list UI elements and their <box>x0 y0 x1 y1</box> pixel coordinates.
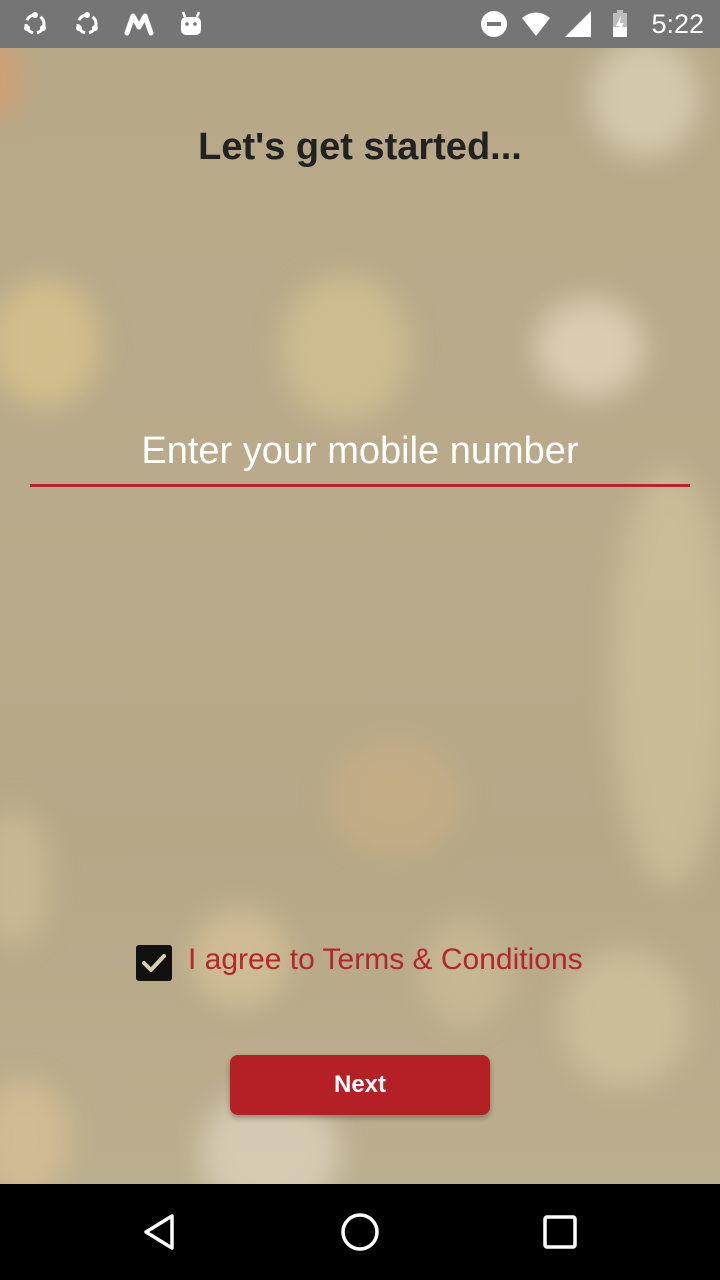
wifi-icon <box>522 12 551 36</box>
bokeh-background <box>0 48 720 1184</box>
signal-icon <box>565 11 592 37</box>
sync-icon <box>76 12 98 35</box>
home-button[interactable] <box>336 1208 384 1256</box>
terms-label[interactable]: I agree to Terms & Conditions <box>188 943 583 977</box>
status-time: 5:22 <box>651 8 704 39</box>
do-not-disturb-icon <box>481 11 508 37</box>
next-button[interactable]: Next <box>230 1055 490 1115</box>
terms-checkbox[interactable] <box>136 945 172 981</box>
recents-icon <box>543 1215 577 1249</box>
recents-button[interactable] <box>536 1208 584 1256</box>
mobile-number-field <box>30 418 690 487</box>
status-right-icons: 5:22 <box>479 0 704 48</box>
page-title: Let's get started... <box>198 126 522 168</box>
home-icon <box>341 1213 379 1251</box>
terms-row: I agree to Terms & Conditions <box>136 938 583 982</box>
checkmark-icon <box>142 954 166 972</box>
back-button[interactable] <box>136 1208 184 1256</box>
back-icon <box>144 1214 174 1250</box>
m-app-icon <box>124 13 154 36</box>
status-bar: 5:22 <box>0 0 720 48</box>
battery-charging-icon <box>613 10 628 37</box>
screen: 5:22 Let's get started... I agree to Ter… <box>0 0 720 1280</box>
status-left-icons <box>20 0 206 48</box>
mobile-number-input[interactable] <box>30 420 690 482</box>
android-icon <box>181 11 201 35</box>
navigation-bar <box>0 1184 720 1280</box>
sync-icon <box>24 12 46 35</box>
